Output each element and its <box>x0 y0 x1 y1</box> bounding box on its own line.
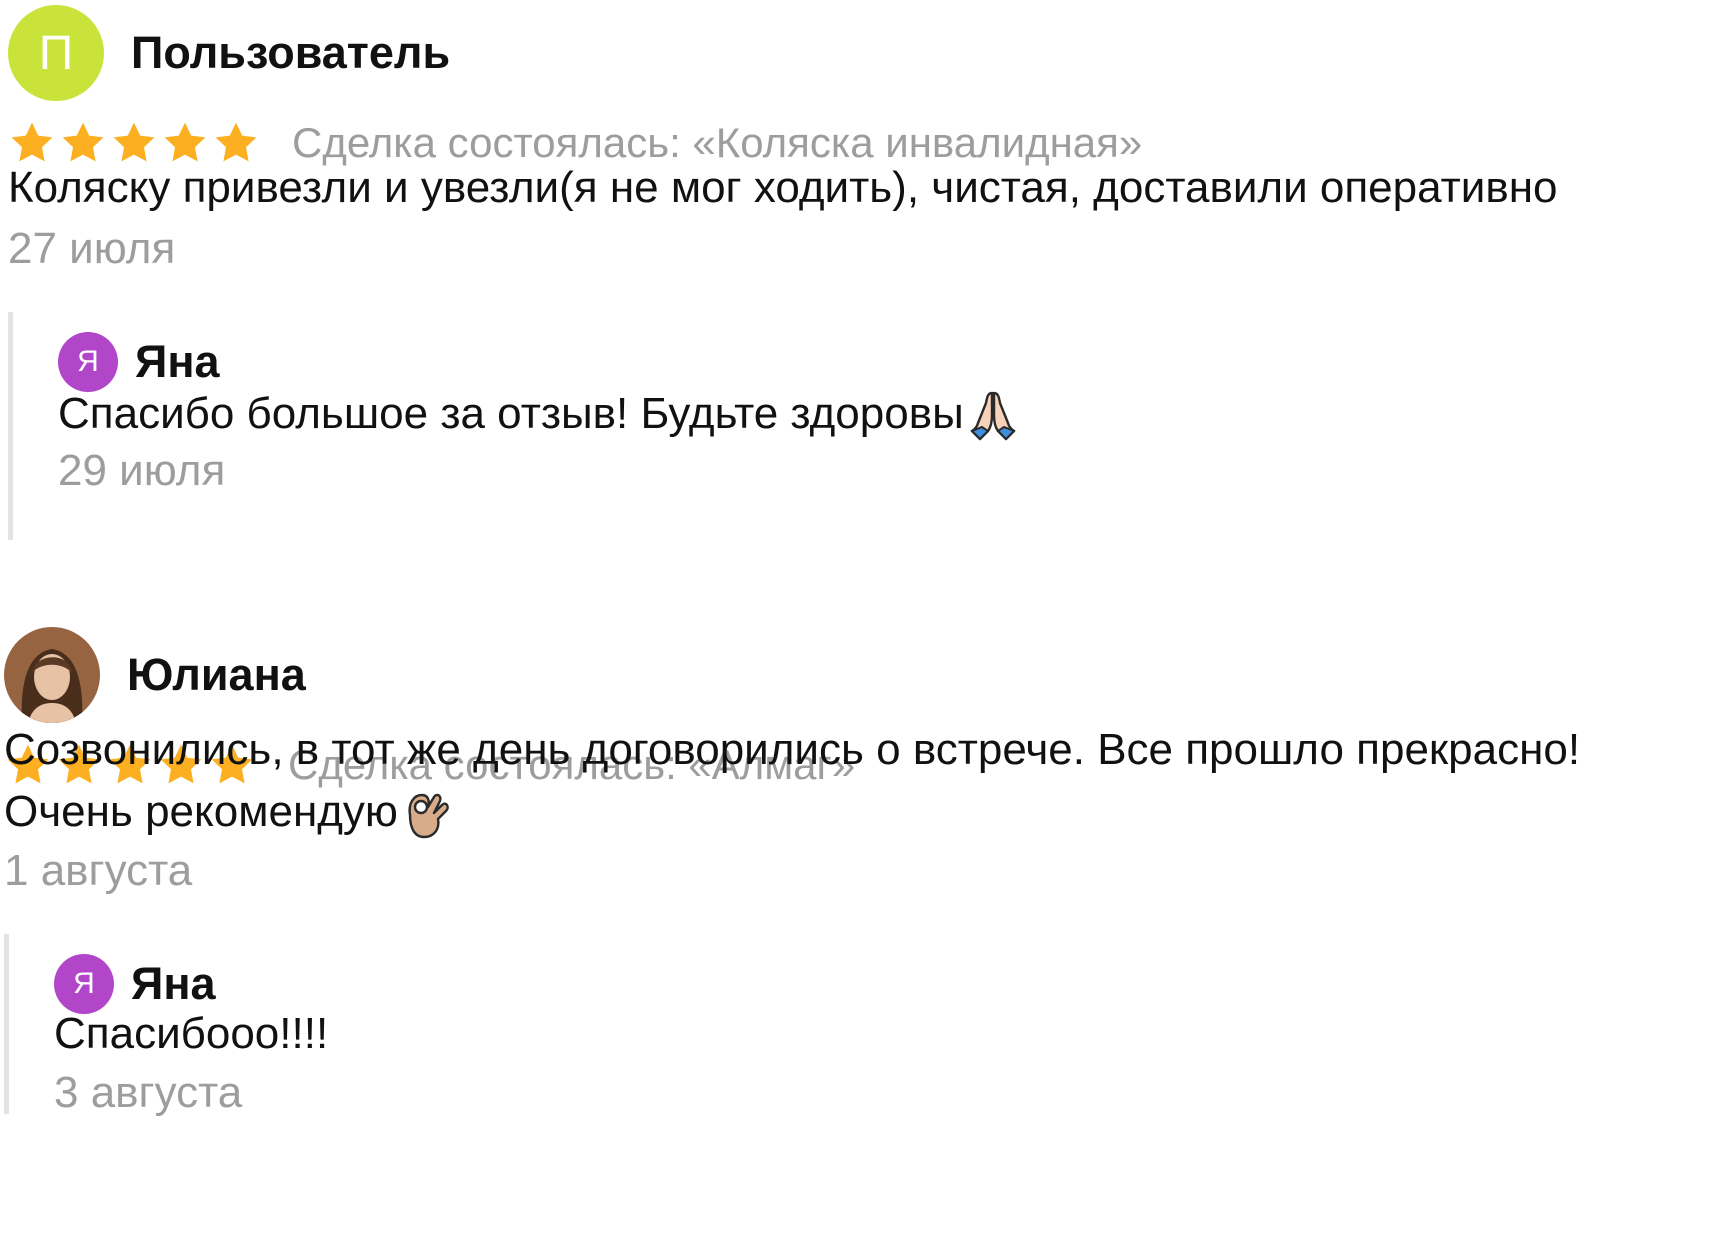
reply-author-name[interactable]: Яна <box>135 336 220 388</box>
reviews-page: П Пользователь Сделка состоялась: «Коляс… <box>0 0 1735 1246</box>
reply-text: Спасибо большое за отзыв! Будьте здоровы <box>58 387 1020 441</box>
review-text-line: Очень рекомендую <box>4 787 398 836</box>
reply-avatar[interactable]: Я <box>54 954 114 1014</box>
reply-text-body: Спасибо большое за отзыв! Будьте здоровы <box>58 389 964 438</box>
avatar-initial: Я <box>73 967 95 1000</box>
reply-author: Я Яна <box>54 952 216 1016</box>
ok-hand-icon <box>408 793 449 839</box>
avatar-initial: П <box>38 26 74 80</box>
review-text: Очень рекомендую <box>4 785 454 839</box>
avatar-photo-image <box>4 627 100 723</box>
seller-reply: Я Яна Спасибооо!!!! 3 августа <box>4 934 1209 1117</box>
avatar[interactable]: П <box>8 5 104 101</box>
star-icon <box>215 122 257 162</box>
star-icon <box>113 122 155 162</box>
author-name[interactable]: Пользователь <box>131 27 450 79</box>
review-author: П Пользователь <box>8 0 450 106</box>
avatar-photo[interactable] <box>4 627 100 723</box>
star-icon <box>164 122 206 162</box>
reply-avatar[interactable]: Я <box>58 332 118 392</box>
review-date: 1 августа <box>4 846 193 895</box>
reply-date: 29 июля <box>58 446 226 495</box>
review-text: Созвонились, в тот же день договорились … <box>4 725 1581 774</box>
star-icon <box>62 122 104 162</box>
author-name[interactable]: Юлиана <box>127 649 306 701</box>
review-text: Коляску привезли и увезли(я не мог ходит… <box>8 163 1558 212</box>
review-date: 27 июля <box>8 224 176 273</box>
reply-author: Я Яна <box>58 330 220 394</box>
praying-hands-icon <box>969 391 1016 441</box>
reply-author-name[interactable]: Яна <box>131 958 216 1010</box>
reply-date: 3 августа <box>54 1068 243 1117</box>
avatar-initial: Я <box>77 345 99 378</box>
review-author: Юлиана <box>4 622 306 728</box>
seller-reply: Я Яна Спасибо большое за отзыв! Будьте з… <box>8 312 1213 540</box>
deal-info[interactable]: Сделка состоялась: «Коляска инвалидная» <box>292 119 1142 167</box>
star-rating <box>8 119 260 167</box>
star-icon <box>11 122 53 162</box>
reply-text: Спасибооо!!!! <box>54 1009 329 1058</box>
